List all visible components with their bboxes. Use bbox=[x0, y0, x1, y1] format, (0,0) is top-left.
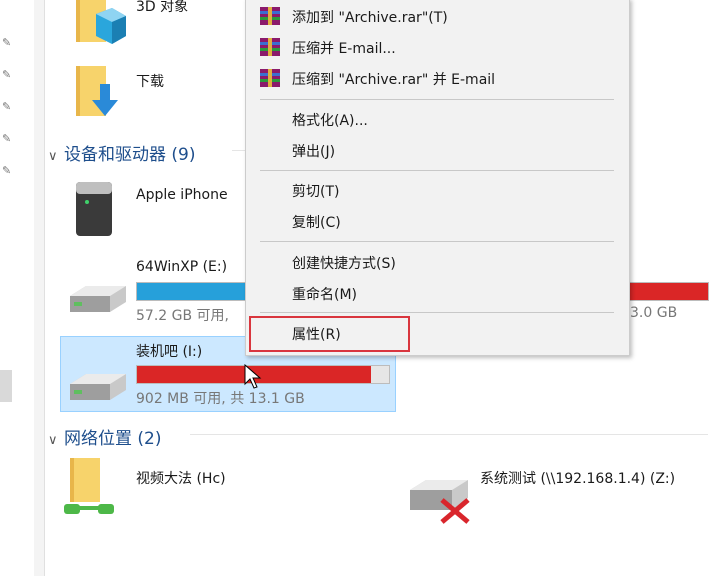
chevron-down-icon[interactable]: ∨ bbox=[48, 433, 64, 448]
navigation-scrollbar[interactable] bbox=[34, 0, 45, 576]
drive-label: 装机吧 (I:) bbox=[136, 344, 203, 360]
drive-usage-bar bbox=[136, 282, 247, 301]
nav-selected-item[interactable] bbox=[0, 370, 12, 402]
device-label[interactable]: Apple iPhone bbox=[136, 187, 228, 203]
group-title: 网络位置 (2) bbox=[64, 429, 162, 449]
menu-item-compress-email[interactable]: 压缩并 E-mail... bbox=[292, 38, 396, 58]
pin-icon: ✎ bbox=[2, 164, 12, 177]
pin-icon: ✎ bbox=[2, 100, 12, 113]
network-location-label[interactable]: 系统测试 (\\192.168.1.4) (Z:) bbox=[480, 468, 675, 488]
navigation-pane: ✎ ✎ ✎ ✎ ✎ bbox=[0, 0, 35, 576]
menu-separator bbox=[260, 312, 614, 313]
pin-icon: ✎ bbox=[2, 68, 12, 81]
drive-free-space: 57.2 GB 可用, bbox=[136, 308, 229, 324]
context-menu: 添加到 "Archive.rar"(T) 压缩并 E-mail... 压缩到 "… bbox=[245, 0, 630, 356]
mouse-cursor-icon bbox=[244, 364, 262, 389]
pin-icon: ✎ bbox=[2, 36, 12, 49]
hard-drive-icon bbox=[70, 286, 126, 312]
group-title: 设备和驱动器 (9) bbox=[64, 145, 196, 165]
network-folder-icon bbox=[64, 458, 114, 514]
winrar-icon bbox=[260, 69, 280, 87]
drive-usage-bar bbox=[136, 365, 390, 384]
disconnected-drive-icon bbox=[410, 480, 470, 524]
menu-separator bbox=[260, 170, 614, 171]
iphone-device-icon bbox=[76, 182, 112, 236]
menu-item-eject[interactable]: 弹出(J) bbox=[292, 141, 335, 161]
menu-item-format[interactable]: 格式化(A)... bbox=[292, 110, 368, 130]
divider bbox=[190, 434, 708, 435]
properties-highlight-box bbox=[249, 316, 410, 352]
network-group-header[interactable]: ∨ 网络位置 (2) bbox=[48, 424, 161, 449]
hard-drive-icon bbox=[70, 374, 126, 400]
network-location-label[interactable]: 视频大法 (Hc) bbox=[136, 468, 226, 488]
menu-item-create-shortcut[interactable]: 创建快捷方式(S) bbox=[292, 253, 396, 273]
menu-item-rename[interactable]: 重命名(M) bbox=[292, 284, 357, 304]
drive-usage-bar-right bbox=[628, 282, 709, 301]
pin-icon: ✎ bbox=[2, 132, 12, 145]
menu-separator bbox=[260, 241, 614, 242]
drive-size-partial: 3.0 GB bbox=[630, 305, 678, 321]
winrar-icon bbox=[260, 7, 280, 25]
folder-3d-objects-icon bbox=[76, 0, 126, 44]
folder-downloads-icon bbox=[76, 66, 118, 116]
chevron-down-icon[interactable]: ∨ bbox=[48, 149, 64, 164]
devices-group-header[interactable]: ∨ 设备和驱动器 (9) bbox=[48, 140, 195, 165]
menu-item-cut[interactable]: 剪切(T) bbox=[292, 181, 339, 201]
menu-item-add-to-archive[interactable]: 添加到 "Archive.rar"(T) bbox=[292, 7, 448, 27]
menu-item-compress-to-archive-email[interactable]: 压缩到 "Archive.rar" 并 E-mail bbox=[292, 69, 495, 89]
folder-label[interactable]: 下载 bbox=[136, 71, 164, 91]
drive-free-space: 902 MB 可用, 共 13.1 GB bbox=[136, 391, 305, 407]
menu-separator bbox=[260, 99, 614, 100]
winrar-icon bbox=[260, 38, 280, 56]
menu-item-copy[interactable]: 复制(C) bbox=[292, 212, 341, 232]
drive-label[interactable]: 64WinXP (E:) bbox=[136, 259, 227, 275]
folder-label[interactable]: 3D 对象 bbox=[136, 0, 188, 16]
